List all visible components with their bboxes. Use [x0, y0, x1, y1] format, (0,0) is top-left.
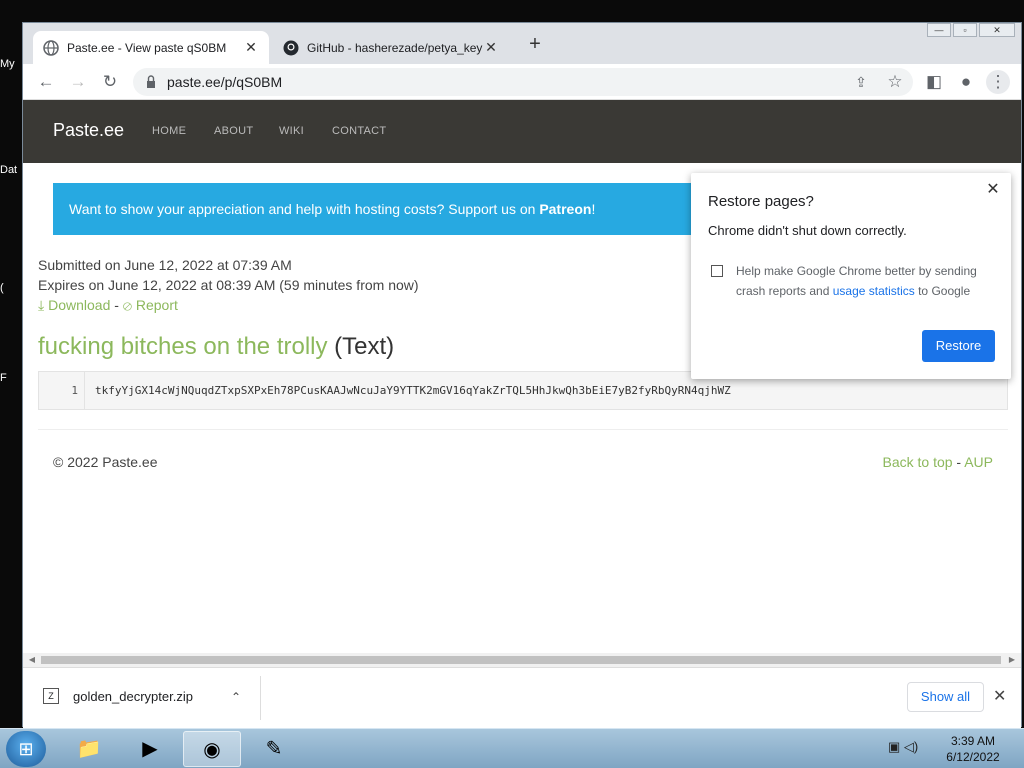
horizontal-scrollbar[interactable]: ◀ ▶ [23, 653, 1021, 667]
minimize-button[interactable]: — [927, 23, 951, 37]
restore-pages-dialog: Restore pages? ✕ Chrome didn't shut down… [691, 173, 1011, 379]
chrome-taskbar-icon[interactable]: ◉ [183, 731, 241, 767]
desktop-icon-label[interactable]: ( [0, 282, 22, 294]
tab-github[interactable]: GitHub - hasherezade/petya_key ✕ [273, 31, 509, 64]
dialog-close-icon[interactable]: ✕ [983, 179, 1003, 199]
back-to-top-link[interactable]: Back to top [882, 454, 952, 470]
clock[interactable]: 3:39 AM 6/12/2022 [938, 733, 1008, 765]
crash-report-checkbox[interactable] [711, 265, 723, 277]
site-navbar: Paste.ee HOME ABOUT WIKI CONTACT [23, 100, 1021, 163]
checkbox-label: Help make Google Chrome better by sendin… [736, 261, 996, 301]
line-number: 1 [39, 372, 85, 409]
lock-icon[interactable] [145, 68, 157, 96]
copyright: © 2022 Paste.ee [53, 454, 158, 470]
footer-links: Back to top - AUP [882, 454, 993, 470]
tab-paste-ee[interactable]: Paste.ee - View paste qS0BM ✕ [33, 31, 269, 64]
checkbox-text-end: to Google [914, 284, 971, 298]
patreon-suffix: ! [591, 201, 596, 217]
scroll-right-icon[interactable]: ▶ [1005, 653, 1019, 667]
scrollbar-thumb[interactable] [41, 656, 1001, 664]
back-button[interactable]: ← [34, 70, 58, 94]
page-viewport: Paste.ee HOME ABOUT WIKI CONTACT Want to… [23, 100, 1021, 653]
desktop-icon-label[interactable]: Dat [0, 164, 22, 176]
windows-taskbar: ⊞ 📁 ▶ ◉ ✎ ▣ ◁) 3:39 AM 6/12/2022 [0, 728, 1024, 768]
tab-title: Paste.ee - View paste qS0BM [67, 40, 227, 55]
nav-home[interactable]: HOME [152, 125, 186, 137]
download-link[interactable]: Download [48, 297, 110, 313]
usage-statistics-link[interactable]: usage statistics [833, 284, 915, 298]
action-separator: - [110, 297, 123, 313]
chevron-up-icon[interactable]: ⌃ [231, 690, 241, 704]
network-icon[interactable]: ▣ [888, 739, 900, 754]
clock-time: 3:39 AM [950, 734, 996, 748]
system-tray: ▣ ◁) [888, 739, 918, 755]
desktop-icon-label[interactable]: My [0, 58, 22, 70]
paste-title: fucking bitches on the trolly (Text) [38, 333, 394, 361]
close-window-button[interactable]: ✕ [979, 23, 1015, 37]
paste-type: (Text) [334, 333, 395, 360]
tab-close-icon[interactable]: ✕ [483, 39, 499, 56]
expires-date: Expires on June 12, 2022 at 08:39 AM (59… [38, 277, 419, 293]
divider [38, 429, 1008, 430]
patreon-link[interactable]: Patreon [539, 201, 591, 217]
reload-button[interactable]: ↻ [98, 70, 122, 94]
footer-separator: - [952, 454, 965, 470]
chrome-menu-icon[interactable]: ⋮ [986, 70, 1010, 94]
nav-about[interactable]: ABOUT [214, 125, 253, 137]
patreon-text: Want to show your appreciation and help … [69, 201, 540, 217]
zip-file-icon: Z [43, 688, 59, 704]
submitted-date: Submitted on June 12, 2022 at 07:39 AM [38, 257, 292, 273]
side-panel-icon[interactable]: ◧ [922, 70, 946, 94]
scroll-left-icon[interactable]: ◀ [25, 653, 39, 667]
start-button[interactable]: ⊞ [6, 731, 46, 767]
tab-close-icon[interactable]: ✕ [243, 39, 259, 56]
download-bar-close-icon[interactable]: ✕ [993, 686, 1006, 706]
new-tab-button[interactable]: + [523, 33, 547, 57]
volume-icon[interactable]: ◁) [904, 739, 918, 754]
clock-date: 6/12/2022 [946, 750, 1000, 764]
globe-icon [43, 39, 59, 56]
url-text: paste.ee/p/qS0BM [167, 74, 283, 90]
browser-toolbar: ← → ↻ paste.ee/p/qS0BM ⇪ ☆ ◧ ● ⋮ [23, 64, 1021, 100]
nav-wiki[interactable]: WIKI [279, 125, 304, 137]
forward-button[interactable]: → [66, 70, 90, 94]
bookmark-star-icon[interactable]: ☆ [883, 70, 907, 94]
restore-button[interactable]: Restore [922, 330, 995, 362]
profile-icon[interactable]: ● [954, 70, 978, 94]
tab-strip: Paste.ee - View paste qS0BM ✕ GitHub - h… [23, 23, 1021, 64]
code-line[interactable]: tkfyYjGX14cWjNQuqdZTxpSXPxEh78PCusKAAJwN… [95, 372, 731, 409]
download-icon[interactable]: ⤓ [38, 297, 44, 313]
tab-title: GitHub - hasherezade/petya_key [307, 40, 483, 55]
paste-name: fucking bitches on the trolly [38, 333, 328, 360]
address-bar[interactable]: paste.ee/p/qS0BM [133, 68, 913, 96]
download-separator [260, 676, 261, 720]
patreon-banner: Want to show your appreciation and help … [53, 183, 713, 235]
report-icon[interactable]: ⊘ [123, 297, 132, 313]
explorer-taskbar-icon[interactable]: 📁 [60, 731, 118, 767]
paste-actions: ⤓ Download - ⊘ Report [38, 297, 178, 314]
site-brand[interactable]: Paste.ee [53, 120, 124, 141]
desktop-icon-label[interactable]: F [0, 372, 22, 384]
github-icon [283, 40, 299, 55]
nav-contact[interactable]: CONTACT [332, 125, 386, 137]
dialog-subtitle: Chrome didn't shut down correctly. [708, 223, 907, 238]
download-bar: Z golden_decrypter.zip ⌃ Show all ✕ [23, 667, 1021, 728]
show-all-button[interactable]: Show all [907, 682, 984, 712]
chrome-window: Paste.ee - View paste qS0BM ✕ GitHub - h… [22, 22, 1022, 728]
media-player-taskbar-icon[interactable]: ▶ [121, 731, 179, 767]
report-link[interactable]: Report [136, 297, 178, 313]
share-icon[interactable]: ⇪ [849, 70, 873, 94]
maximize-button[interactable]: ▫ [953, 23, 977, 37]
download-filename: golden_decrypter.zip [73, 689, 193, 704]
dialog-title: Restore pages? [708, 193, 814, 210]
aup-link[interactable]: AUP [964, 454, 993, 470]
notepad-taskbar-icon[interactable]: ✎ [245, 731, 303, 767]
